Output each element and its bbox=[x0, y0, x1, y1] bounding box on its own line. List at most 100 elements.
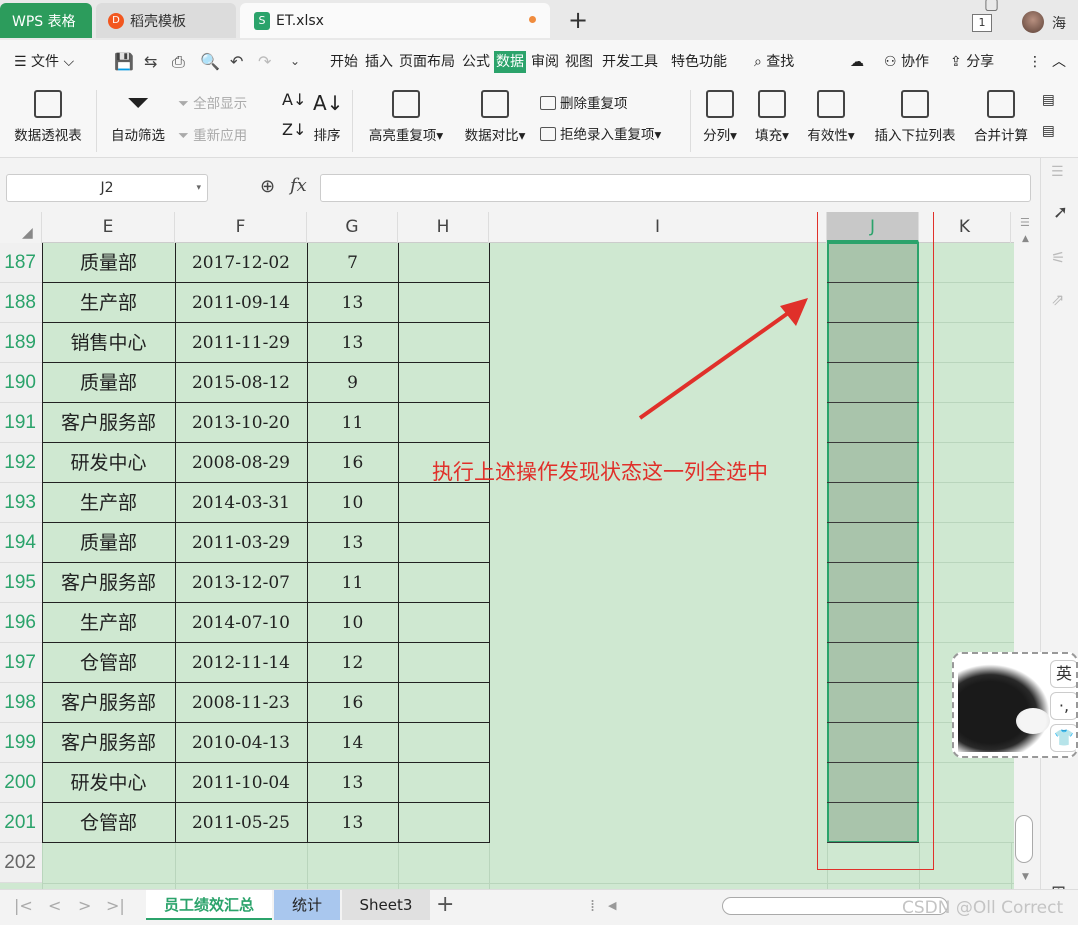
search-button[interactable]: ⌕ 查找 bbox=[754, 52, 794, 72]
column-header-i[interactable]: I bbox=[489, 212, 827, 243]
cell-date[interactable]: 2015-08-12 bbox=[175, 363, 307, 403]
ime-widget[interactable]: 英 ·, 👕 bbox=[952, 652, 1078, 758]
customize-icon[interactable]: ⌄ bbox=[290, 54, 300, 68]
row-header[interactable]: 191 bbox=[0, 403, 42, 443]
ime-language-button[interactable]: 英 bbox=[1050, 660, 1076, 688]
more-tools-icon-2[interactable]: ▤ bbox=[1042, 123, 1055, 139]
undo-icon[interactable]: ↶ bbox=[230, 52, 243, 71]
remove-duplicates-button[interactable]: 删除重复项 bbox=[540, 92, 628, 112]
export-icon[interactable]: ⇆ bbox=[144, 52, 157, 71]
row-header[interactable]: 193 bbox=[0, 483, 42, 523]
column-header-f[interactable]: F bbox=[175, 212, 307, 243]
row-header[interactable]: 201 bbox=[0, 803, 42, 843]
cell-value[interactable]: 14 bbox=[307, 723, 398, 763]
more-tools-icon[interactable]: ▤ bbox=[1042, 92, 1055, 108]
cell-department[interactable]: 客户服务部 bbox=[42, 683, 175, 723]
row-header[interactable]: 189 bbox=[0, 323, 42, 363]
collaborate-button[interactable]: ⚇ 协作 bbox=[884, 52, 929, 72]
cell-date[interactable]: 2017-12-02 bbox=[175, 243, 307, 283]
cursor-select-icon[interactable]: ➚ bbox=[1053, 202, 1068, 223]
row-header[interactable]: 197 bbox=[0, 643, 42, 683]
sheet-tab-stats[interactable]: 统计 bbox=[274, 890, 340, 920]
menu-item-view[interactable]: 视图 bbox=[565, 52, 593, 72]
merge-calc-button[interactable]: 合并计算 bbox=[970, 90, 1032, 144]
column-header-g[interactable]: G bbox=[307, 212, 398, 243]
first-sheet-icon[interactable]: |< bbox=[14, 896, 33, 915]
sheet-tab-performance[interactable]: 员工绩效汇总 bbox=[146, 890, 272, 920]
sheet-tab-sheet3[interactable]: Sheet3 bbox=[342, 890, 430, 920]
settings-sliders-icon[interactable]: ⚟ bbox=[1051, 248, 1065, 267]
cell-value[interactable]: 11 bbox=[307, 403, 398, 443]
cell-value[interactable]: 10 bbox=[307, 603, 398, 643]
next-sheet-icon[interactable]: > bbox=[78, 896, 91, 915]
cell-department[interactable]: 研发中心 bbox=[42, 443, 175, 483]
save-icon[interactable]: 💾 bbox=[114, 52, 134, 71]
highlight-duplicates-button[interactable]: 高亮重复项▾ bbox=[362, 90, 450, 144]
cell-department[interactable]: 仓管部 bbox=[42, 803, 175, 843]
row-header[interactable]: 187 bbox=[0, 243, 42, 283]
print-icon[interactable]: ⎙ bbox=[172, 52, 185, 72]
column-header-e[interactable]: E bbox=[42, 212, 175, 243]
cell-date[interactable]: 2014-03-31 bbox=[175, 483, 307, 523]
cell-date[interactable]: 2013-10-20 bbox=[175, 403, 307, 443]
window-restore-icon[interactable]: ▢ bbox=[984, 0, 999, 13]
share-button[interactable]: ⇪ 分享 bbox=[950, 52, 994, 72]
cell-department[interactable]: 生产部 bbox=[42, 283, 175, 323]
cell-value[interactable]: 7 bbox=[307, 243, 398, 283]
vertical-scroll-thumb[interactable] bbox=[1015, 815, 1033, 863]
cell-date[interactable]: 2013-12-07 bbox=[175, 563, 307, 603]
row-header[interactable]: 188 bbox=[0, 283, 42, 323]
row-header[interactable]: 192 bbox=[0, 443, 42, 483]
column-header-h[interactable]: H bbox=[398, 212, 489, 243]
cell-department[interactable]: 生产部 bbox=[42, 603, 175, 643]
cell-value[interactable]: 12 bbox=[307, 643, 398, 683]
menu-item-data[interactable]: 数据 bbox=[494, 51, 526, 73]
window-count-badge[interactable]: 1 bbox=[972, 14, 992, 32]
cell-date[interactable]: 2012-11-14 bbox=[175, 643, 307, 683]
avatar[interactable] bbox=[1022, 11, 1044, 33]
menu-item-special[interactable]: 特色功能 bbox=[671, 52, 727, 72]
cell-date[interactable]: 2010-04-13 bbox=[175, 723, 307, 763]
menu-item-home[interactable]: 开始 bbox=[330, 52, 358, 72]
autofilter-button[interactable]: ⏷ 自动筛选 bbox=[106, 89, 170, 145]
cell-date[interactable]: 2014-07-10 bbox=[175, 603, 307, 643]
menu-item-insert[interactable]: 插入 bbox=[365, 52, 393, 72]
cell-value[interactable]: 9 bbox=[307, 363, 398, 403]
cell-value[interactable]: 16 bbox=[307, 683, 398, 723]
tab-document[interactable]: S ET.xlsx bbox=[240, 3, 550, 38]
cell-date[interactable]: 2011-03-29 bbox=[175, 523, 307, 563]
more-icon[interactable]: ⋮ bbox=[1028, 52, 1042, 72]
row-header[interactable]: 190 bbox=[0, 363, 42, 403]
fx-label[interactable]: fx bbox=[290, 175, 307, 196]
reject-duplicates-button[interactable]: 拒绝录入重复项▾ bbox=[540, 123, 661, 143]
sort-asc-icon[interactable]: A↓ bbox=[282, 90, 306, 109]
cell-date[interactable]: 2011-09-14 bbox=[175, 283, 307, 323]
collapse-ribbon-icon[interactable]: ︿ bbox=[1052, 52, 1066, 72]
cell-department[interactable]: 销售中心 bbox=[42, 323, 175, 363]
cell-value[interactable]: 10 bbox=[307, 483, 398, 523]
add-sheet-button[interactable]: + bbox=[436, 892, 454, 917]
ime-punctuation-button[interactable]: ·, bbox=[1050, 692, 1076, 720]
print-preview-icon[interactable]: 🔍 bbox=[200, 52, 220, 71]
vertical-scrollbar[interactable]: ☰ ▲ ▼ bbox=[1014, 212, 1040, 889]
tab-wps-sheets[interactable]: WPS 表格 bbox=[0, 3, 92, 38]
row-header[interactable]: 195 bbox=[0, 563, 42, 603]
cell-value[interactable]: 13 bbox=[307, 523, 398, 563]
menu-item-review[interactable]: 审阅 bbox=[531, 52, 559, 72]
last-sheet-icon[interactable]: >| bbox=[106, 896, 125, 915]
panel-menu-icon[interactable]: ☰ bbox=[1051, 164, 1064, 180]
cell-department[interactable]: 客户服务部 bbox=[42, 403, 175, 443]
tab-splitter[interactable]: ⁞ bbox=[590, 896, 595, 915]
name-box[interactable]: J2 ▾ bbox=[6, 174, 208, 202]
cell-value[interactable]: 13 bbox=[307, 283, 398, 323]
sort-button[interactable]: A↓ 排序 bbox=[308, 90, 346, 144]
cloud-sync-icon[interactable]: ☁ bbox=[850, 52, 864, 72]
cell-date[interactable]: 2008-11-23 bbox=[175, 683, 307, 723]
row-header[interactable]: 198 bbox=[0, 683, 42, 723]
menu-item-page-layout[interactable]: 页面布局 bbox=[399, 52, 455, 72]
row-header[interactable]: 202 bbox=[0, 843, 42, 883]
scroll-left-icon[interactable]: ◀ bbox=[608, 899, 616, 912]
insert-dropdown-button[interactable]: 插入下拉列表 bbox=[868, 90, 962, 144]
cell-date[interactable]: 2011-11-29 bbox=[175, 323, 307, 363]
menu-item-developer[interactable]: 开发工具 bbox=[602, 52, 658, 72]
